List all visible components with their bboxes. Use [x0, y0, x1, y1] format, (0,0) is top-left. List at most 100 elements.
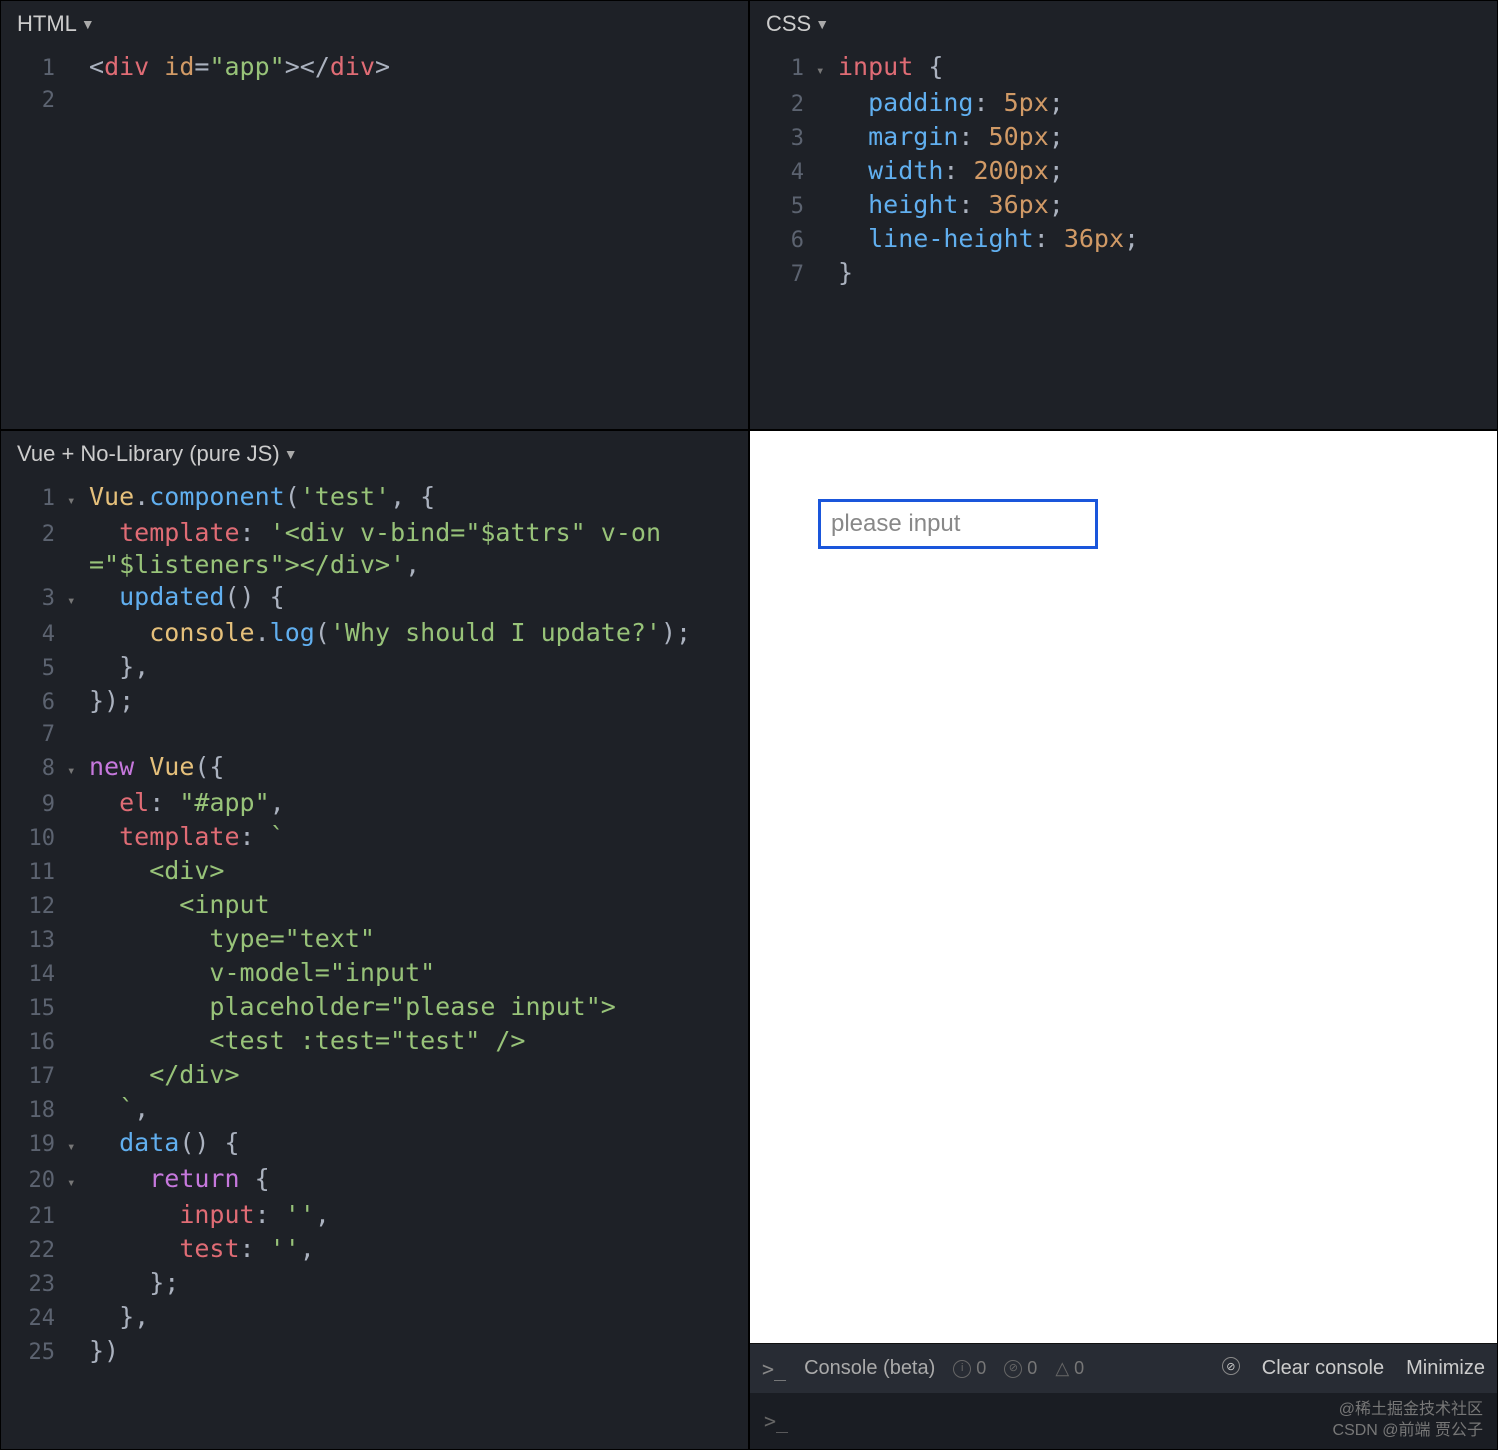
code-text[interactable]: <div>	[89, 855, 740, 887]
code-line[interactable]: 2 template: '<div v-bind="$attrs" v-on =…	[9, 517, 740, 581]
code-line[interactable]: 9 el: "#app",	[9, 787, 740, 821]
code-line[interactable]: 6 line-height: 36px;	[758, 223, 1489, 257]
minimize-button[interactable]: Minimize	[1406, 1357, 1485, 1380]
code-text[interactable]: placeholder="please input">	[89, 991, 740, 1023]
line-number: 10	[9, 823, 67, 855]
code-line[interactable]: 1▾input {	[758, 51, 1489, 87]
fold-toggle-icon[interactable]: ▾	[67, 585, 89, 617]
code-text[interactable]: margin: 50px;	[838, 121, 1489, 153]
code-text[interactable]: };	[89, 1267, 740, 1299]
code-line[interactable]: 22 test: '',	[9, 1233, 740, 1267]
code-text[interactable]: v-model="input"	[89, 957, 740, 989]
code-text[interactable]: });	[89, 685, 740, 717]
code-line[interactable]: 3▾ updated() {	[9, 581, 740, 617]
code-line[interactable]: 5 height: 36px;	[758, 189, 1489, 223]
code-line[interactable]: 20▾ return {	[9, 1163, 740, 1199]
code-text[interactable]: data() {	[89, 1127, 740, 1159]
code-line[interactable]: 11 <div>	[9, 855, 740, 889]
preview-text-input[interactable]	[818, 499, 1098, 549]
code-line[interactable]: 1<div id="app"></div>	[9, 51, 740, 85]
code-text[interactable]: Vue.component('test', {	[89, 481, 740, 513]
code-text[interactable]: }	[838, 257, 1489, 289]
code-line[interactable]: 17 </div>	[9, 1059, 740, 1093]
code-text[interactable]: input {	[838, 51, 1489, 83]
code-line[interactable]: 12 <input	[9, 889, 740, 923]
line-number: 21	[9, 1201, 67, 1233]
code-line[interactable]: 7	[9, 719, 740, 751]
code-line[interactable]: 19▾ data() {	[9, 1127, 740, 1163]
line-number: 2	[9, 85, 67, 117]
code-text[interactable]: padding: 5px;	[838, 87, 1489, 119]
console-label[interactable]: Console (beta)	[804, 1357, 935, 1380]
console-prompt-icon: >_	[762, 1357, 786, 1381]
js-panel-header[interactable]: Vue + No-Library (pure JS) ▼	[1, 431, 748, 477]
code-text[interactable]: console.log('Why should I update?');	[89, 617, 740, 649]
code-text[interactable]: <div id="app"></div>	[89, 51, 740, 83]
error-badge[interactable]: ⊘ 0	[1004, 1358, 1037, 1379]
code-text[interactable]: },	[89, 651, 740, 683]
code-text[interactable]: el: "#app",	[89, 787, 740, 819]
chevron-down-icon[interactable]: ▼	[815, 16, 829, 32]
code-text[interactable]: line-height: 36px;	[838, 223, 1489, 255]
code-line[interactable]: 10 template: `	[9, 821, 740, 855]
code-line[interactable]: 14 v-model="input"	[9, 957, 740, 991]
chevron-down-icon[interactable]: ▼	[284, 446, 298, 462]
code-text[interactable]: new Vue({	[89, 751, 740, 783]
code-line[interactable]: 2 padding: 5px;	[758, 87, 1489, 121]
html-code-editor[interactable]: 1<div id="app"></div>2	[1, 47, 748, 127]
code-text[interactable]: <test :test="test" />	[89, 1025, 740, 1057]
clear-console-button[interactable]: Clear console	[1262, 1357, 1384, 1380]
code-line[interactable]: 16 <test :test="test" />	[9, 1025, 740, 1059]
watermark-credits: @稀土掘金技术社区 CSDN @前端 贾公子	[1333, 1400, 1483, 1442]
code-line[interactable]: 21 input: '',	[9, 1199, 740, 1233]
code-line[interactable]: 8▾new Vue({	[9, 751, 740, 787]
css-panel-header[interactable]: CSS ▼	[750, 1, 1497, 47]
code-text[interactable]: width: 200px;	[838, 155, 1489, 187]
line-number: 4	[758, 157, 816, 189]
code-line[interactable]: 5 },	[9, 651, 740, 685]
code-text[interactable]: `,	[89, 1093, 740, 1125]
line-number: 2	[9, 519, 67, 551]
code-text[interactable]: template: `	[89, 821, 740, 853]
code-text[interactable]: template: '<div v-bind="$attrs" v-on ="$…	[89, 517, 740, 581]
code-text[interactable]: </div>	[89, 1059, 740, 1091]
line-number: 22	[9, 1235, 67, 1267]
code-line[interactable]: 24 },	[9, 1301, 740, 1335]
code-text[interactable]: test: '',	[89, 1233, 740, 1265]
code-line[interactable]: 6});	[9, 685, 740, 719]
console-input-row[interactable]: >_ @稀土掘金技术社区 CSDN @前端 贾公子	[750, 1393, 1497, 1449]
code-text[interactable]: height: 36px;	[838, 189, 1489, 221]
code-text[interactable]: })	[89, 1335, 740, 1367]
code-line[interactable]: 18 `,	[9, 1093, 740, 1127]
code-line[interactable]: 4 width: 200px;	[758, 155, 1489, 189]
code-line[interactable]: 7}	[758, 257, 1489, 291]
warn-badge[interactable]: △ 0	[1055, 1358, 1084, 1379]
html-panel-header[interactable]: HTML ▼	[1, 1, 748, 47]
chevron-down-icon[interactable]: ▼	[81, 16, 95, 32]
code-line[interactable]: 3 margin: 50px;	[758, 121, 1489, 155]
fold-toggle-icon[interactable]: ▾	[67, 485, 89, 517]
code-line[interactable]: 13 type="text"	[9, 923, 740, 957]
code-text[interactable]: updated() {	[89, 581, 740, 613]
info-badge[interactable]: i 0	[953, 1358, 986, 1379]
fold-toggle-icon[interactable]: ▾	[67, 1167, 89, 1199]
js-panel-title: Vue + No-Library (pure JS)	[17, 441, 280, 467]
code-line[interactable]: 4 console.log('Why should I update?');	[9, 617, 740, 651]
code-text[interactable]: type="text"	[89, 923, 740, 955]
code-text[interactable]: },	[89, 1301, 740, 1333]
code-line[interactable]: 15 placeholder="please input">	[9, 991, 740, 1025]
code-text[interactable]: input: '',	[89, 1199, 740, 1231]
code-line[interactable]: 23 };	[9, 1267, 740, 1301]
css-code-editor[interactable]: 1▾input {2 padding: 5px;3 margin: 50px;4…	[750, 47, 1497, 301]
code-line[interactable]: 2	[9, 85, 740, 117]
code-text[interactable]: return {	[89, 1163, 740, 1195]
code-text[interactable]: <input	[89, 889, 740, 921]
code-line[interactable]: 25})	[9, 1335, 740, 1369]
js-code-editor[interactable]: 1▾Vue.component('test', {2 template: '<d…	[1, 477, 748, 1379]
fold-toggle-icon[interactable]: ▾	[67, 1131, 89, 1163]
fold-toggle-icon[interactable]: ▾	[67, 755, 89, 787]
code-line[interactable]: 1▾Vue.component('test', {	[9, 481, 740, 517]
line-number: 25	[9, 1337, 67, 1369]
fold-toggle-icon[interactable]: ▾	[816, 55, 838, 87]
line-number: 19	[9, 1129, 67, 1161]
